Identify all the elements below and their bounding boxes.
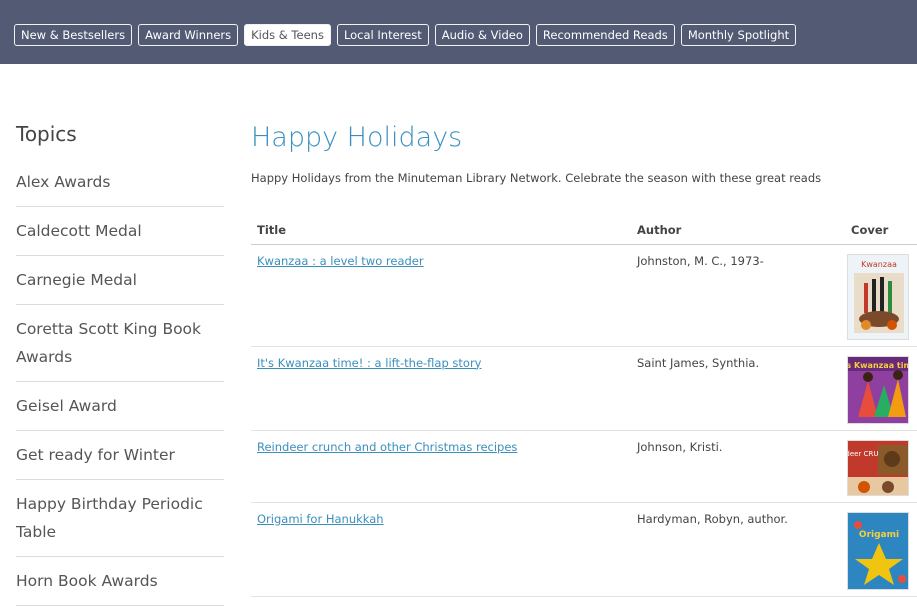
column-header-cover: Cover [845,218,917,245]
book-title-cell: It's Kwanzaa time! : a lift-the-flap sto… [251,346,631,431]
topic-horn-book[interactable]: Horn Book Awards [16,557,224,606]
top-navigation-bar: New & Bestsellers Award Winners Kids & T… [0,0,917,64]
book-title-cell: Reindeer crunch and other Christmas reci… [251,430,631,503]
column-header-title: Title [251,218,631,245]
book-title-link[interactable]: Kwanzaa : a level two reader [257,254,424,268]
book-cover-cell: Origami [845,502,917,597]
topic-carnegie-medal[interactable]: Carnegie Medal [16,256,224,305]
topic-periodic-table[interactable]: Happy Birthday Periodic Table [16,480,224,557]
book-title-cell: Origami for Hanukkah [251,502,631,597]
book-cover-cell: Kwanzaa [845,244,917,347]
column-header-author: Author [631,218,845,245]
table-header-row: Title Author Cover [251,218,917,245]
topic-caldecott-medal[interactable]: Caldecott Medal [16,207,224,256]
book-title-link[interactable]: Reindeer crunch and other Christmas reci… [257,440,517,454]
book-table: Title Author Cover Kwanzaa : a level two… [251,218,917,597]
nav-monthly-spotlight[interactable]: Monthly Spotlight [680,24,797,46]
book-title-cell: Kwanzaa : a level two reader [251,244,631,347]
nav-award-winners[interactable]: Award Winners [138,24,239,46]
book-title-link[interactable]: Origami for Hanukkah [257,512,384,526]
book-cover-image[interactable]: It's Kwanzaa time! [847,355,909,424]
book-cover-cell: It's Kwanzaa time! [845,346,917,431]
cover-title-text: Kwanzaa [861,260,897,269]
book-cover-image[interactable]: Kwanzaa [847,253,909,340]
table-row: Origami for Hanukkah Hardyman, Robyn, au… [251,502,917,597]
intro-text: Happy Holidays from the Minuteman Librar… [251,171,822,185]
topic-geisel-award[interactable]: Geisel Award [16,382,224,431]
topics-heading: Topics [16,122,77,146]
book-cover-image[interactable]: Origami [847,511,909,590]
book-author: Johnson, Kristi. [631,430,845,503]
nav-local-interest[interactable]: Local Interest [336,24,429,46]
nav-recommended-reads[interactable]: Recommended Reads [535,24,675,46]
cover-title-text: It's Kwanzaa time! [848,361,909,370]
category-nav: New & Bestsellers Award Winners Kids & T… [14,24,797,46]
book-title-link[interactable]: It's Kwanzaa time! : a lift-the-flap sto… [257,356,482,370]
topic-list: Alex Awards Caldecott Medal Carnegie Med… [16,160,224,606]
table-row: Reindeer crunch and other Christmas reci… [251,430,917,503]
table-row: It's Kwanzaa time! : a lift-the-flap sto… [251,346,917,431]
topics-sidebar: Topics Alex Awards Caldecott Medal Carne… [16,120,224,606]
main-content: Happy Holidays Happy Holidays from the M… [251,118,917,597]
book-cover-cell: Reindeer CRUNCH [845,430,917,503]
topic-winter[interactable]: Get ready for Winter [16,431,224,480]
book-author: Saint James, Synthia. [631,346,845,431]
nav-new-bestsellers[interactable]: New & Bestsellers [14,24,133,46]
book-cover-image[interactable]: Reindeer CRUNCH [847,439,909,496]
book-author: Johnston, M. C., 1973- [631,244,845,347]
page-title: Happy Holidays [251,122,463,153]
cover-title-text: Origami [859,530,899,540]
topic-coretta-scott-king[interactable]: Coretta Scott King Book Awards [16,305,224,382]
table-row: Kwanzaa : a level two reader Johnston, M… [251,244,917,347]
topic-alex-awards[interactable]: Alex Awards [16,160,224,207]
nav-audio-video[interactable]: Audio & Video [434,24,530,46]
nav-kids-teens[interactable]: Kids & Teens [244,24,331,46]
book-author: Hardyman, Robyn, author. [631,502,845,597]
